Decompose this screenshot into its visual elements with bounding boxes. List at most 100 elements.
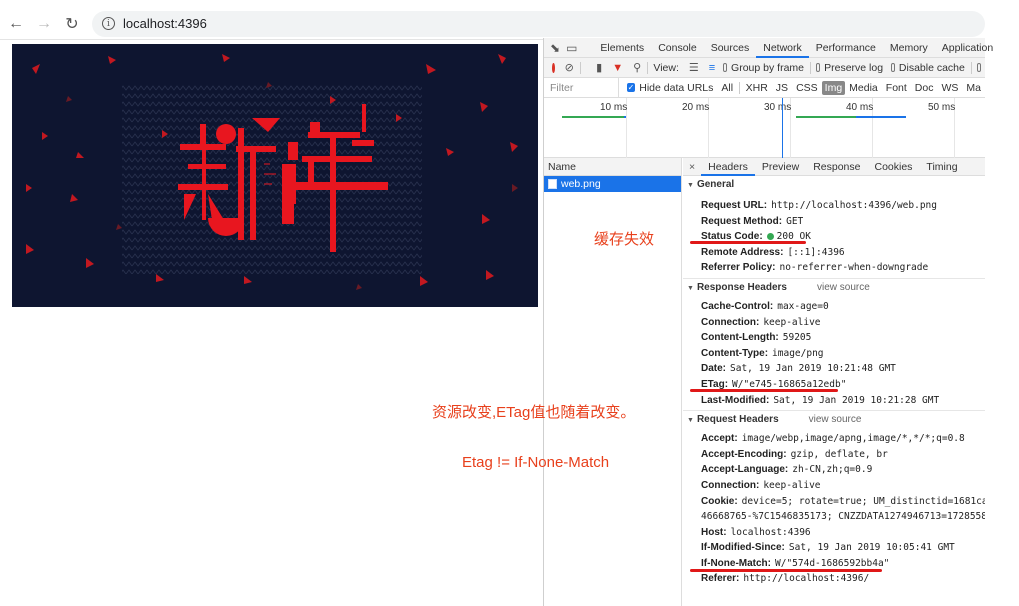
request-name: web.png [561,178,601,190]
header-row: Accept: image/webp,image/apng,image/*,*/*… [683,431,985,447]
banner-artwork [26,54,518,290]
tab-sources[interactable]: Sources [704,38,757,58]
filter-type-css[interactable]: CSS [792,82,822,94]
header-value: Sat, 19 Jan 2019 10:21:28 GMT [773,394,940,406]
view-source-link[interactable]: view source [809,414,862,425]
if-none-match-underline [690,569,882,572]
header-row: Content-Type: image/png [683,346,985,362]
filter-type-js[interactable]: JS [772,82,792,94]
header-row: Host: localhost:4396 [683,525,985,541]
filter-type-ws[interactable]: WS [937,82,962,94]
header-value: image/png [772,347,824,359]
disable-cache-label: Disable cache [898,61,965,74]
name-column-header[interactable]: Name [544,158,681,176]
disable-cache-checkbox[interactable] [891,63,895,72]
filter-input[interactable]: Filter [544,77,619,98]
tab-memory[interactable]: Memory [883,38,935,58]
tab-timing[interactable]: Timing [919,158,964,176]
waterfall-icon[interactable]: ≡ [709,62,715,74]
tab-headers[interactable]: Headers [701,158,755,176]
preserve-log-checkbox[interactable] [816,63,821,72]
header-row: If-Modified-Since: Sat, 19 Jan 2019 10:05… [683,540,985,556]
header-row: Cookie: device=5; rotate=true; UM_distinc… [683,494,985,510]
header-value: [::1]:4396 [787,246,845,258]
address-bar[interactable]: i localhost:4396 [92,10,985,37]
hide-data-urls-label: Hide data URLs [639,81,714,94]
header-value: Sat, 19 Jan 2019 10:21:48 GMT [730,363,896,375]
filter-type-doc[interactable]: Doc [911,82,938,94]
timeline-request-bar [624,116,626,118]
header-row: Connection: keep-alive [683,478,985,494]
header-row: Content-Length: 59205 [683,330,985,346]
timeline-request-bar [796,116,856,118]
tab-console[interactable]: Console [651,38,704,58]
header-row-continuation: 46668765-%7C1546835173; CNZZDATA12749467… [683,509,985,525]
annotation-resource-changed: 资源改变,ETag值也随着改变。 [432,404,636,421]
response-headers-header[interactable]: ▼ Response Headers view source [683,279,985,297]
group-by-frame-checkbox[interactable] [723,63,728,72]
view-source-link[interactable]: view source [817,282,870,293]
filter-funnel-icon[interactable]: ▼ [612,62,623,74]
annotation-cache-invalid: 缓存失效 [594,231,655,248]
header-value: zh-CN,zh;q=0.9 [792,464,873,476]
timeline-tick: 10 ms [600,102,628,113]
header-value: image/webp,image/apng,image/*,*/*;q=0.8 [741,433,965,445]
header-value: keep-alive [763,479,821,491]
device-toolbar-icon[interactable]: ▭ [566,41,577,55]
header-row: Accept-Language: zh-CN,zh;q=0.9 [683,462,985,478]
devtools-panel: ⬊ ▭ Elements Console Sources Network Per… [543,38,993,606]
filter-type-font[interactable]: Font [882,82,911,94]
header-value: device=5; rotate=true; UM_distinctid=168… [741,495,985,507]
inspect-element-icon[interactable]: ⬊ [550,41,560,55]
filter-type-manifest[interactable]: Ma [962,82,985,94]
general-title: General [696,179,735,190]
header-key: Cache-Control: [701,300,774,312]
group-by-frame-label: Group by frame [731,61,804,74]
tab-elements[interactable]: Elements [593,38,651,58]
general-section-header[interactable]: ▼ General [683,176,985,194]
header-value: http://localhost:4396/web.png [771,200,937,211]
request-row-selected[interactable]: web.png [544,176,681,192]
tab-application[interactable]: Application [935,38,1000,58]
request-headers-header[interactable]: ▼ Request Headers view source [683,411,985,429]
search-icon[interactable]: ⚲ [633,61,641,74]
network-toolbar: ⊘ ▮ ▼ ⚲ View: ☰ ≡ Group by frame Preserv… [544,58,985,78]
browser-toolbar: ← → ↻ i localhost:4396 [0,8,985,40]
large-rows-icon[interactable]: ☰ [689,61,699,74]
tab-response[interactable]: Response [806,158,867,176]
header-value: max-age=0 [777,300,829,312]
tab-performance[interactable]: Performance [809,38,883,58]
close-icon[interactable]: × [683,161,701,173]
back-arrow-icon[interactable]: ← [4,12,28,36]
header-key: Request URL: [701,200,768,211]
forward-arrow-icon[interactable]: → [32,12,56,36]
etag-underline [690,389,838,392]
tab-preview[interactable]: Preview [755,158,806,176]
tab-cookies[interactable]: Cookies [867,158,919,176]
header-key: Host: [701,526,727,538]
header-value: keep-alive [763,316,821,328]
header-row: Date: Sat, 19 Jan 2019 10:21:48 GMT [683,361,985,377]
hide-data-urls-checkbox[interactable]: ✓ [626,83,636,92]
request-headers-title: Request Headers [696,414,779,426]
header-key: Referrer Policy: [701,262,776,274]
filter-type-img[interactable]: Img [821,80,846,95]
offline-checkbox[interactable] [977,63,981,72]
network-overview-timeline[interactable]: 10 ms 20 ms 30 ms 40 ms 50 ms [544,98,985,158]
tab-network[interactable]: Network [756,38,809,58]
view-label: View: [653,61,679,74]
filter-type-media[interactable]: Media [845,82,882,94]
record-icon[interactable] [552,62,555,73]
reload-icon[interactable]: ↻ [60,12,84,36]
filter-type-xhr[interactable]: XHR [742,82,772,94]
header-value: 46668765-%7C1546835173; CNZZDATA12749467… [701,511,985,523]
image-file-icon [548,179,557,189]
filter-type-all[interactable]: All [717,82,737,94]
clear-icon[interactable]: ⊘ [565,61,574,74]
header-key: If-Modified-Since: [701,542,785,554]
info-icon[interactable]: i [102,17,115,30]
general-section: ▼ General Request URL: http://localhost:43… [683,176,985,279]
screenshot-camera-icon[interactable]: ▮ [596,61,602,74]
header-key: Accept-Language: [701,464,789,476]
header-key: Connection: [701,316,760,328]
